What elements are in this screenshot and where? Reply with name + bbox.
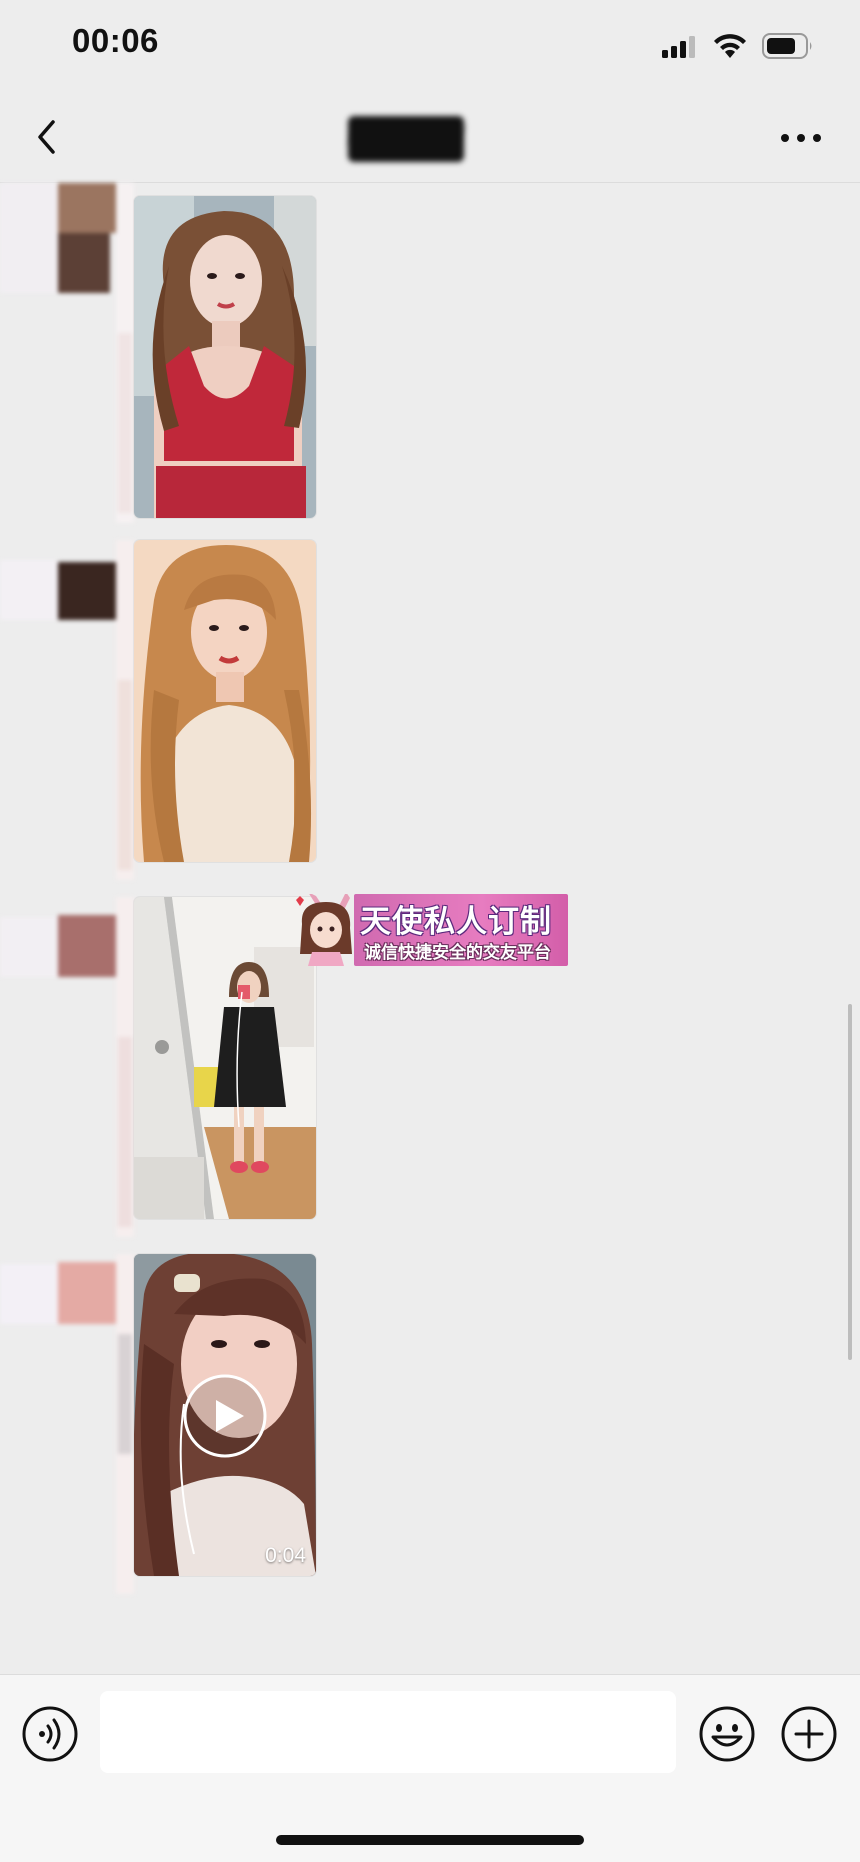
avatar[interactable] bbox=[0, 897, 134, 1237]
more-dots-icon[interactable] bbox=[776, 118, 826, 158]
mascot-icon bbox=[296, 894, 352, 966]
avatar[interactable] bbox=[0, 540, 134, 880]
voice-icon[interactable] bbox=[21, 1705, 79, 1763]
home-indicator[interactable] bbox=[276, 1835, 584, 1845]
video-message[interactable]: 0:04 bbox=[134, 1254, 316, 1576]
back-button[interactable] bbox=[26, 110, 70, 164]
message-row bbox=[0, 540, 860, 880]
avatar[interactable] bbox=[0, 183, 134, 523]
nav-bar: A1d..zwY bbox=[0, 92, 860, 183]
title-redaction bbox=[348, 116, 464, 162]
message-input[interactable] bbox=[100, 1691, 676, 1773]
image-message[interactable] bbox=[134, 196, 316, 518]
battery-icon bbox=[762, 33, 812, 59]
status-time: 00:06 bbox=[72, 22, 159, 59]
image-message[interactable] bbox=[134, 897, 316, 1219]
avatar[interactable] bbox=[0, 1254, 134, 1594]
watermark-subtitle: 诚信快捷安全的交友平台 bbox=[364, 943, 551, 963]
emoji-icon[interactable] bbox=[698, 1705, 756, 1763]
input-bar bbox=[0, 1674, 860, 1862]
watermark-title: 天使私人订制 bbox=[360, 904, 552, 940]
play-icon[interactable] bbox=[182, 1373, 268, 1459]
image-message[interactable] bbox=[134, 540, 316, 862]
signal-icon bbox=[662, 36, 695, 58]
scrollbar[interactable] bbox=[848, 1004, 852, 1360]
message-row: 0:04 bbox=[0, 1254, 860, 1594]
status-bar: 00:06 bbox=[0, 0, 860, 92]
video-duration: 0:04 bbox=[265, 1544, 306, 1567]
wifi-icon bbox=[714, 34, 746, 58]
plus-icon[interactable] bbox=[780, 1705, 838, 1763]
message-row bbox=[0, 183, 860, 523]
watermark: 天使私人订制 诚信快捷安全的交友平台 bbox=[290, 894, 568, 966]
